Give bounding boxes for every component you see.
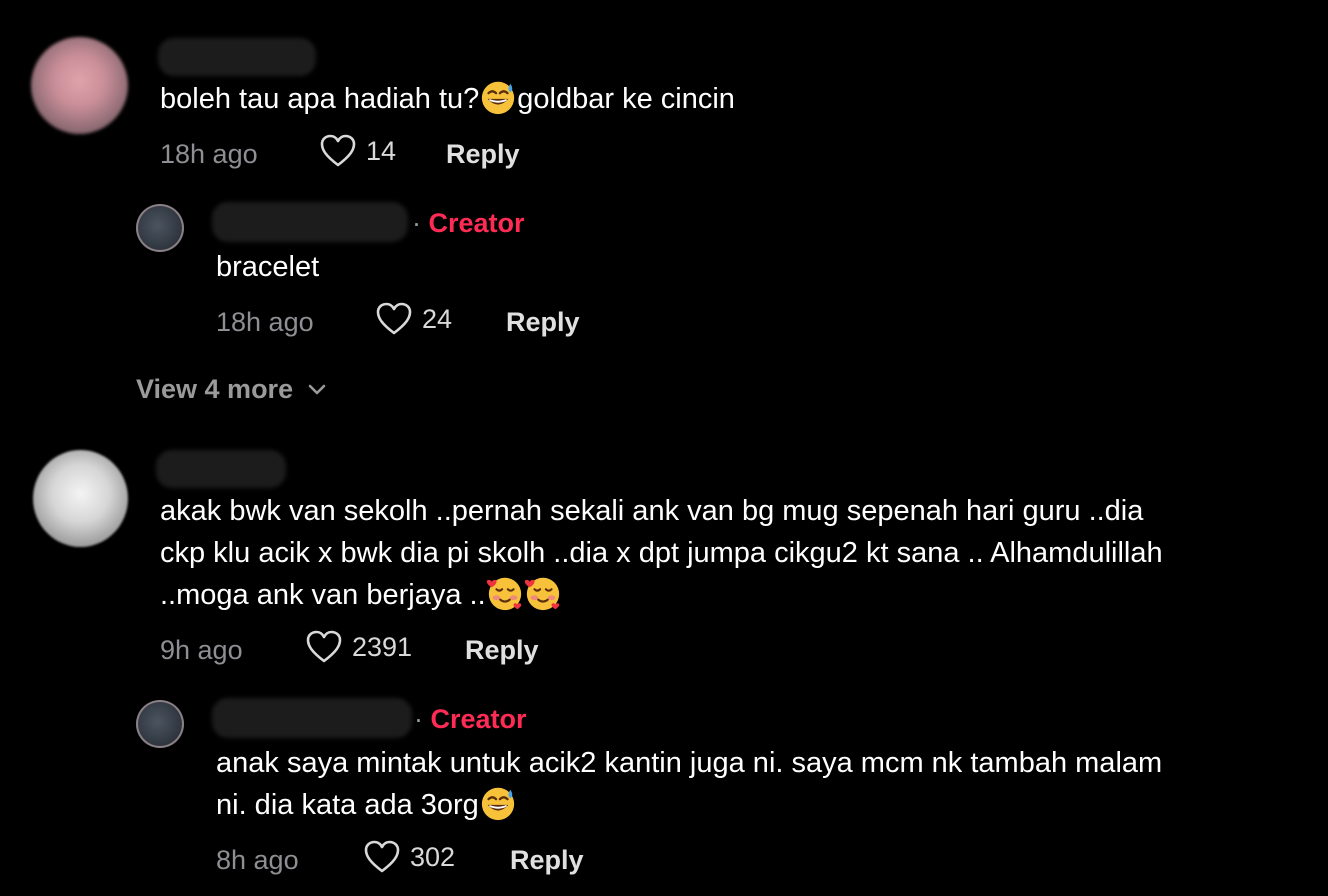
reply-button[interactable]: Reply [510,845,584,876]
reply-text: bracelet [216,251,320,283]
comment-text-line-1: akak bwk van sekolh ..pernah sekali ank … [160,495,1144,527]
comment-text-line-3: ..moga ank van berjaya .. [160,574,562,616]
comment-text: boleh tau apa hadiah tu? goldbar ke cinci… [160,78,735,120]
heart-icon [364,840,400,873]
comment-timestamp: 9h ago [160,635,243,665]
creator-label: Creator [430,704,527,734]
commenter-avatar[interactable] [33,450,128,547]
like-button[interactable]: 2391 [306,630,412,664]
like-count: 302 [410,841,456,872]
smiling-hearts-emoji [486,577,521,611]
like-count: 24 [422,303,453,334]
comment-text-line-2: ckp klu acik x bwk dia pi skolh ..dia x … [160,537,1163,569]
view-more-label: View 4 more [136,374,294,404]
grinning-sweat-emoji [482,81,515,115]
reply-text-line-1: anak saya mintak untuk acik2 kantin juga… [216,747,1163,779]
like-count: 2391 [352,631,413,662]
reply-timestamp: 8h ago [216,845,299,875]
like-count: 14 [366,135,397,166]
reply-button[interactable]: Reply [446,139,520,170]
creator-badge: · Creator [412,208,525,239]
grinning-sweat-emoji [481,787,514,821]
reply-button[interactable]: Reply [506,307,580,338]
username-redacted[interactable] [158,38,316,76]
username-redacted[interactable] [212,202,408,242]
like-button[interactable]: 14 [320,134,396,168]
heart-icon [306,630,342,663]
like-button[interactable]: 302 [364,840,455,874]
separator-dot: · [414,704,431,734]
reply-text-line-2: ni. dia kata ada 3org [216,784,517,826]
commenter-avatar[interactable] [31,37,128,134]
creator-label: Creator [428,208,525,238]
reply-timestamp: 18h ago [216,307,314,337]
heart-icon [376,302,412,335]
creator-avatar[interactable] [136,700,184,748]
chevron-down-icon [308,384,326,394]
creator-avatar[interactable] [136,204,184,252]
view-more-replies-button[interactable]: View 4 more [136,374,327,405]
username-redacted[interactable] [212,698,412,738]
like-button[interactable]: 24 [376,302,452,336]
separator-dot: · [412,208,429,238]
reply-button[interactable]: Reply [465,635,539,666]
comment-timestamp: 18h ago [160,139,258,169]
creator-badge: · Creator [414,704,527,735]
heart-icon [320,134,356,167]
smiling-hearts-emoji [524,577,559,611]
username-redacted[interactable] [156,450,286,488]
